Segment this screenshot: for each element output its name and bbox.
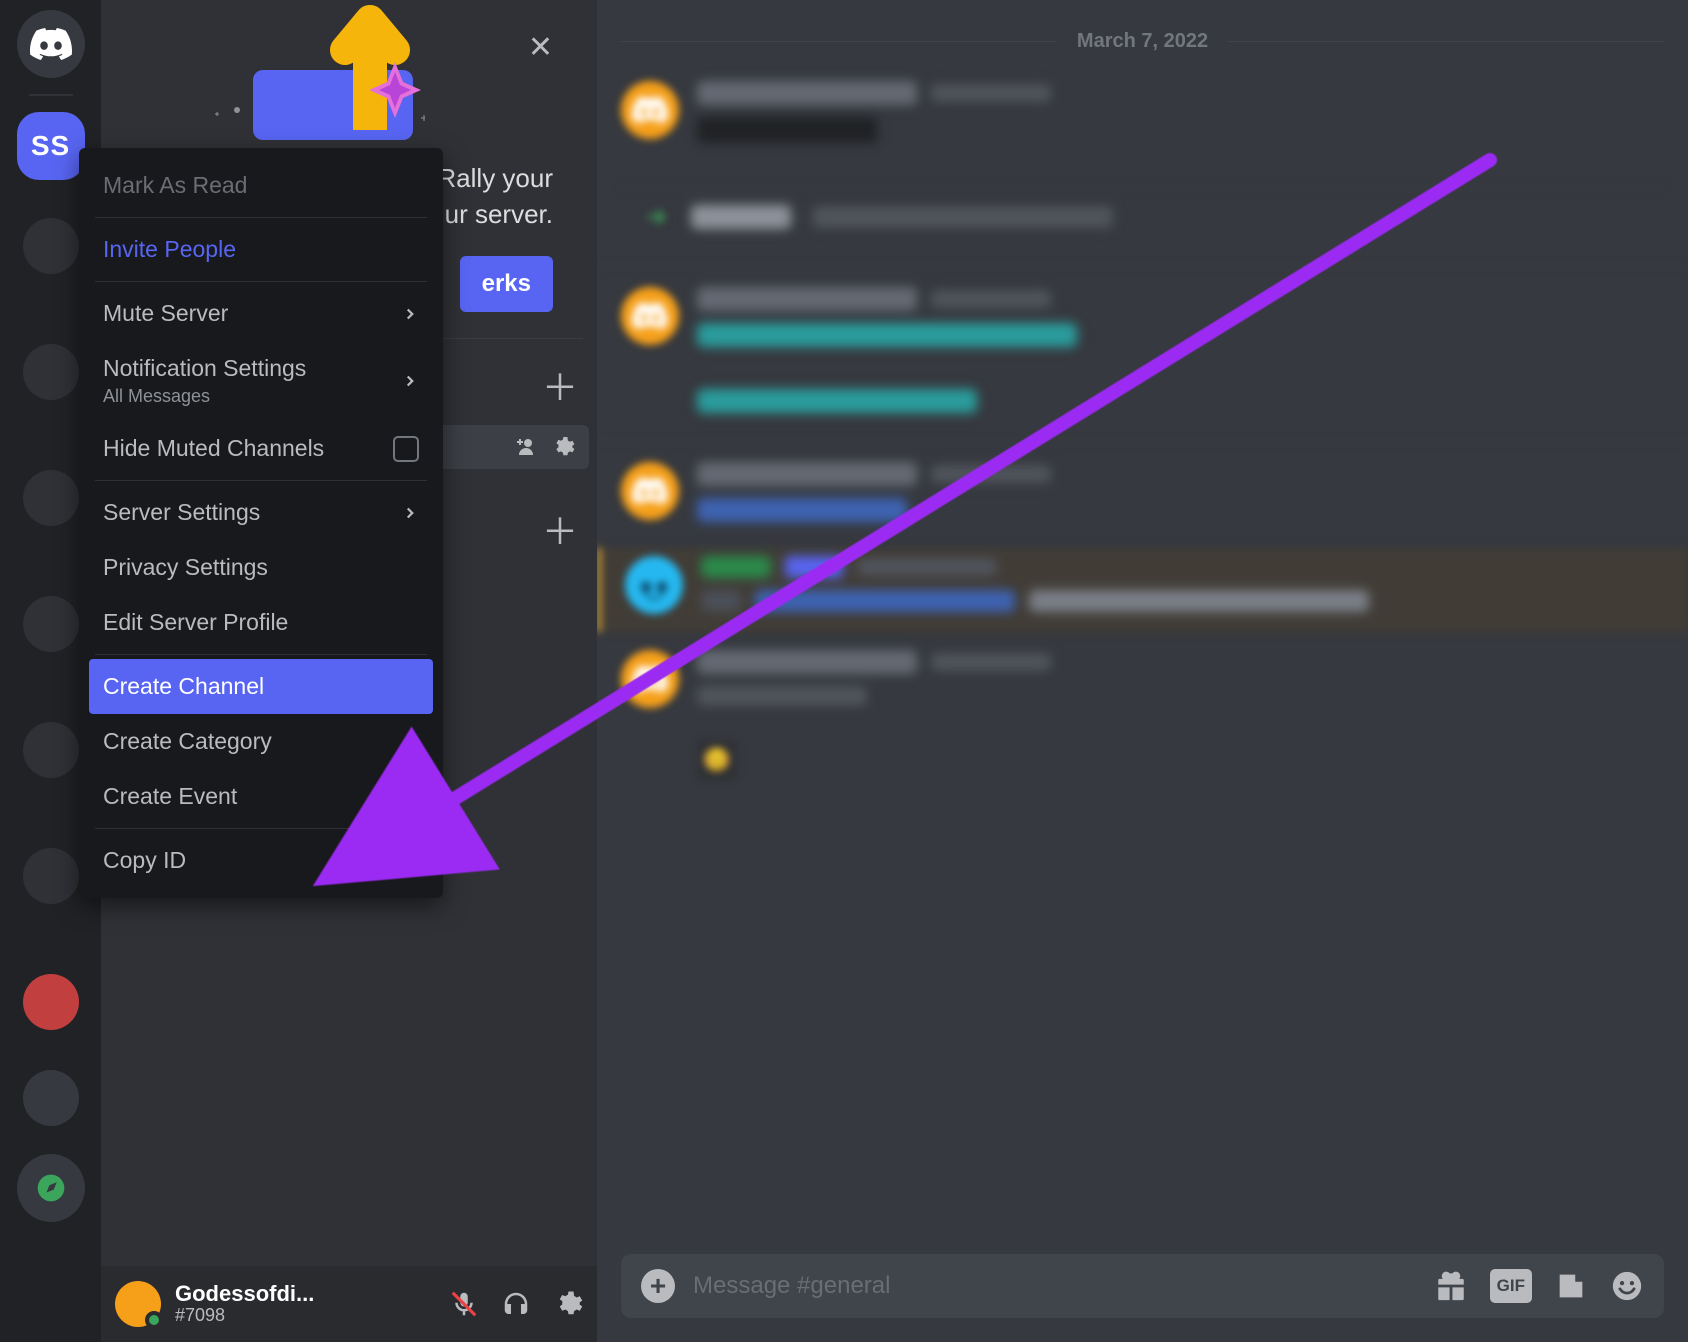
ctx-mark-as-read[interactable]: Mark As Read bbox=[89, 158, 433, 213]
attach-icon[interactable]: + bbox=[641, 1269, 675, 1303]
explore-servers-button[interactable] bbox=[17, 1154, 85, 1222]
message-input[interactable] bbox=[693, 1272, 1416, 1300]
sticker-icon[interactable] bbox=[1554, 1269, 1588, 1303]
mention-message bbox=[597, 548, 1688, 632]
server-placeholder-2[interactable] bbox=[23, 344, 79, 400]
id-badge-icon: ID bbox=[394, 850, 419, 871]
message bbox=[597, 266, 1688, 433]
avatar bbox=[621, 81, 679, 139]
online-status-dot bbox=[145, 1311, 163, 1329]
boost-graphic bbox=[145, 0, 425, 160]
server-placeholder-3[interactable] bbox=[23, 470, 79, 526]
server-context-menu: Mark As Read Invite People Mute Server N… bbox=[79, 148, 443, 898]
gift-icon[interactable] bbox=[1434, 1269, 1468, 1303]
ctx-create-event[interactable]: Create Event bbox=[89, 769, 433, 824]
server-placeholder-6[interactable] bbox=[23, 848, 79, 904]
server-placeholder-4[interactable] bbox=[23, 596, 79, 652]
message-input-bar: + GIF bbox=[621, 1254, 1664, 1318]
ctx-mute-server[interactable]: Mute Server bbox=[89, 286, 433, 341]
ctx-edit-server-profile[interactable]: Edit Server Profile bbox=[89, 595, 433, 650]
join-arrow-icon bbox=[643, 204, 669, 230]
gear-icon[interactable] bbox=[551, 435, 575, 459]
invite-icon[interactable] bbox=[513, 435, 537, 459]
ctx-hide-muted[interactable]: Hide Muted Channels bbox=[89, 421, 433, 476]
server-ss[interactable]: SS bbox=[17, 112, 85, 180]
server-placeholder-7[interactable] bbox=[23, 974, 79, 1030]
user-footer: Godessofdi... #7098 bbox=[101, 1266, 597, 1342]
ctx-copy-id[interactable]: Copy ID ID bbox=[89, 833, 433, 888]
gif-icon[interactable]: GIF bbox=[1490, 1269, 1532, 1303]
mute-mic-icon[interactable] bbox=[449, 1289, 479, 1319]
chevron-right-icon bbox=[401, 504, 419, 522]
ctx-invite-people[interactable]: Invite People bbox=[89, 222, 433, 277]
ctx-notification-settings[interactable]: Notification SettingsAll Messages bbox=[89, 341, 433, 421]
server-placeholder-5[interactable] bbox=[23, 722, 79, 778]
avatar[interactable] bbox=[115, 1281, 161, 1327]
home-button[interactable] bbox=[17, 10, 85, 78]
server-placeholder-1[interactable] bbox=[23, 218, 79, 274]
settings-gear-icon[interactable] bbox=[553, 1289, 583, 1319]
create-channel-plus-icon[interactable]: ＋ bbox=[542, 359, 579, 411]
boost-perks-button[interactable]: erks bbox=[460, 256, 553, 312]
guild-separator bbox=[29, 94, 73, 96]
emoji-icon[interactable] bbox=[1610, 1269, 1644, 1303]
chevron-right-icon bbox=[401, 305, 419, 323]
message bbox=[597, 71, 1688, 163]
server-placeholder-8[interactable] bbox=[23, 1070, 79, 1126]
ctx-privacy-settings[interactable]: Privacy Settings bbox=[89, 540, 433, 595]
chat-area: March 7, 2022 bbox=[597, 0, 1688, 1342]
ctx-server-settings[interactable]: Server Settings bbox=[89, 485, 433, 540]
ctx-create-category[interactable]: Create Category bbox=[89, 714, 433, 769]
username-label: Godessofdi... bbox=[175, 1283, 314, 1305]
date-divider: March 7, 2022 bbox=[621, 30, 1664, 53]
checkbox-icon bbox=[393, 436, 419, 462]
headphones-icon[interactable] bbox=[501, 1289, 531, 1319]
chevron-right-icon bbox=[401, 372, 419, 390]
message bbox=[597, 441, 1688, 542]
system-join-message bbox=[597, 200, 1688, 258]
ctx-create-channel[interactable]: Create Channel bbox=[89, 659, 433, 714]
create-channel-plus-icon-2[interactable]: ＋ bbox=[542, 503, 579, 555]
message: 😊 bbox=[597, 632, 1688, 800]
user-discriminator: #7098 bbox=[175, 1305, 314, 1326]
